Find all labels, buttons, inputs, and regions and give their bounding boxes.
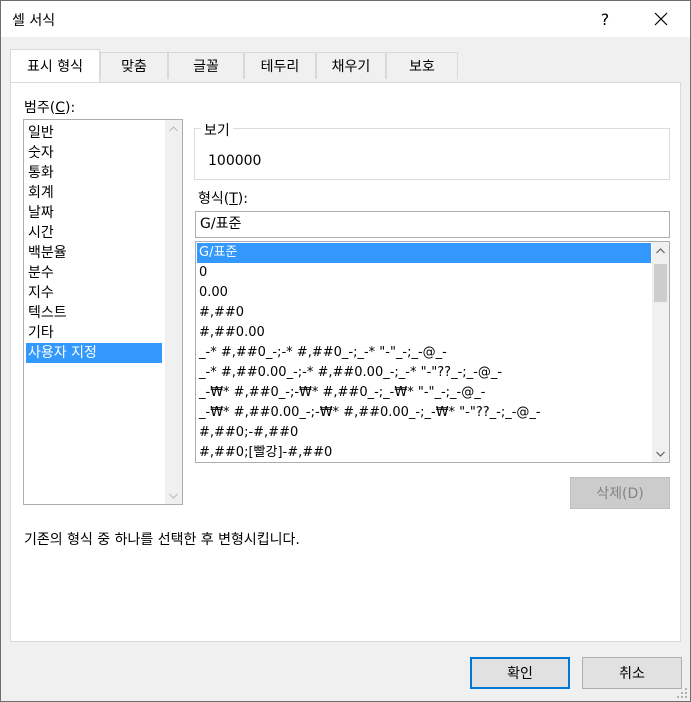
format-item[interactable]: #,##0 <box>197 303 651 323</box>
format-list[interactable]: G/표준 0 0.00 #,##0 #,##0.00 _-* #,##0_-;-… <box>195 241 670 463</box>
tab-label: 테두리 <box>260 59 300 75</box>
category-item-fraction[interactable]: 분수 <box>26 263 162 283</box>
format-item[interactable]: _-* #,##0_-;-* #,##0_-;_-* "-"_-;_-@_- <box>197 343 651 363</box>
sample-label: 보기 <box>201 120 233 140</box>
format-item[interactable]: _-* #,##0.00_-;-* #,##0.00_-;_-* "-"??_-… <box>197 363 651 383</box>
help-button[interactable]: ? <box>582 1 628 37</box>
category-scrollbar[interactable] <box>165 120 182 504</box>
category-item-general[interactable]: 일반 <box>26 123 162 143</box>
tab-label: 표시 형식 <box>27 59 83 75</box>
dialog-title: 셀 서식 <box>12 13 56 29</box>
format-item[interactable]: _-₩* #,##0.00_-;-₩* #,##0.00_-;_-₩* "-"?… <box>197 403 651 423</box>
cancel-button[interactable]: 취소 <box>582 657 682 689</box>
sample-group <box>194 128 670 180</box>
title-bar[interactable]: 셀 서식 ? <box>1 1 690 37</box>
tab-label: 글꼴 <box>193 59 219 75</box>
category-item-custom[interactable]: 사용자 지정 <box>26 343 162 363</box>
category-item-currency[interactable]: 통화 <box>26 163 162 183</box>
category-item-date[interactable]: 날짜 <box>26 203 162 223</box>
ok-button[interactable]: 확인 <box>470 657 570 689</box>
format-scrollbar[interactable] <box>652 242 669 462</box>
category-item-time[interactable]: 시간 <box>26 223 162 243</box>
scroll-down-icon[interactable] <box>165 487 182 504</box>
tab-label: 보호 <box>409 59 435 75</box>
format-item[interactable]: #,##0.00 <box>197 323 651 343</box>
close-icon <box>654 12 668 26</box>
tab-number[interactable]: 표시 형식 <box>10 49 100 82</box>
format-item[interactable]: 0 <box>197 263 651 283</box>
sample-value: 100000 <box>208 153 262 169</box>
scroll-down-icon[interactable] <box>652 445 669 462</box>
delete-button[interactable]: 삭제(D) <box>570 477 670 509</box>
category-item-scientific[interactable]: 지수 <box>26 283 162 303</box>
scroll-up-icon[interactable] <box>652 242 669 259</box>
scroll-up-icon[interactable] <box>165 120 182 137</box>
format-item[interactable]: #,##0;-#,##0 <box>197 423 651 443</box>
tab-border[interactable]: 테두리 <box>244 52 316 79</box>
format-item[interactable]: #,##0;[빨강]-#,##0 <box>197 443 651 462</box>
format-item[interactable]: _-₩* #,##0_-;-₩* #,##0_-;_-₩* "-"_-;_-@_… <box>197 383 651 403</box>
description-text: 기존의 형식 중 하나를 선택한 후 변형시킵니다. <box>24 532 300 548</box>
format-cells-dialog: 셀 서식 ? 표시 형식 맞춤 글꼴 테두리 채우기 보호 범주(C): 일반 … <box>0 0 691 702</box>
category-list[interactable]: 일반 숫자 통화 회계 날짜 시간 백분율 분수 지수 텍스트 기타 사용자 지… <box>23 119 183 505</box>
tab-alignment[interactable]: 맞춤 <box>100 52 168 79</box>
category-item-text[interactable]: 텍스트 <box>26 303 162 323</box>
tab-protection[interactable]: 보호 <box>386 52 458 79</box>
format-item[interactable]: G/표준 <box>197 243 651 263</box>
scroll-thumb[interactable] <box>654 264 667 302</box>
format-code-input[interactable]: G/표준 <box>195 211 670 238</box>
category-label: 범주(C): <box>24 100 76 116</box>
close-button[interactable] <box>638 1 684 37</box>
category-item-special[interactable]: 기타 <box>26 323 162 343</box>
tab-font[interactable]: 글꼴 <box>168 52 244 79</box>
category-item-percentage[interactable]: 백분율 <box>26 243 162 263</box>
category-item-accounting[interactable]: 회계 <box>26 183 162 203</box>
tab-fill[interactable]: 채우기 <box>316 52 386 79</box>
resize-grip-icon[interactable] <box>677 688 687 698</box>
type-label: 형식(T): <box>198 191 248 207</box>
tab-label: 채우기 <box>331 59 371 75</box>
category-item-number[interactable]: 숫자 <box>26 143 162 163</box>
tab-label: 맞춤 <box>121 59 147 75</box>
format-item[interactable]: 0.00 <box>197 283 651 303</box>
